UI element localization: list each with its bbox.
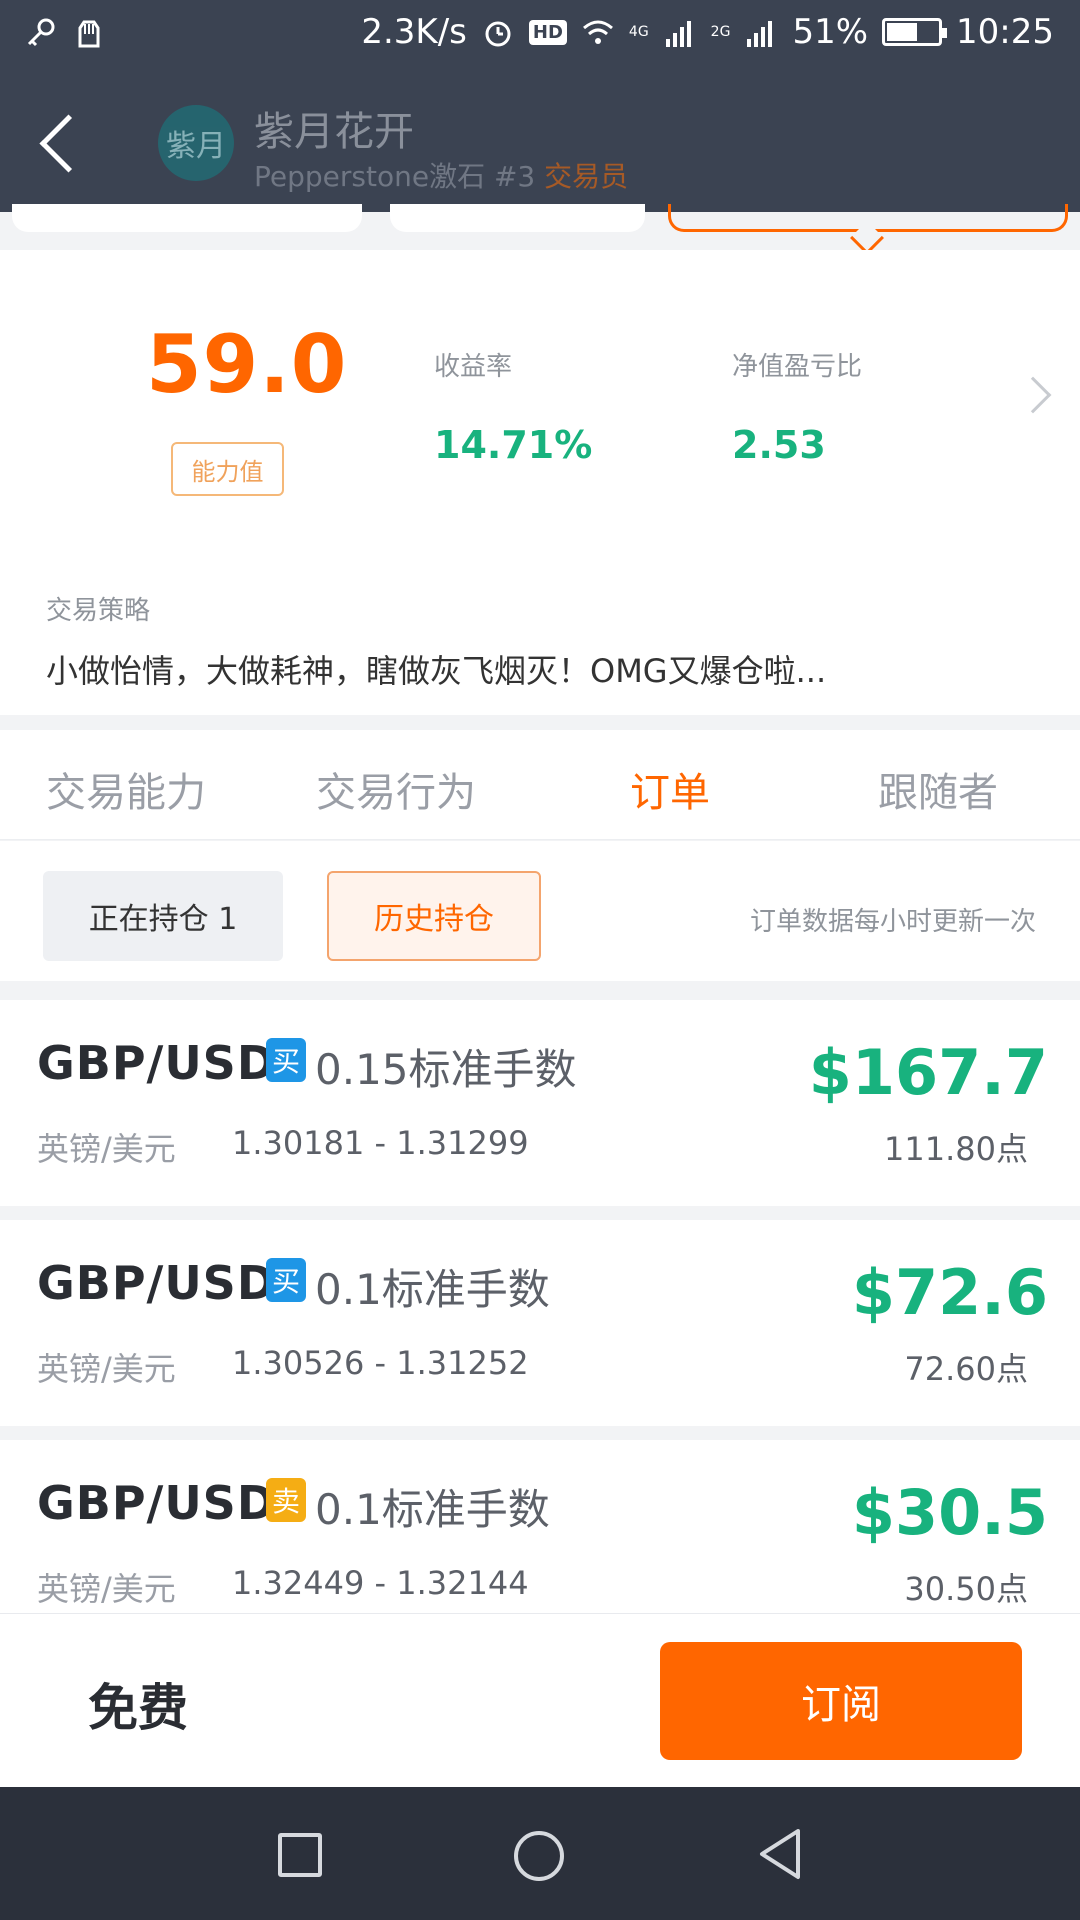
list-item[interactable]: GBP/USD 买 0.15标准手数 英镑/美元 1.30181 - 1.312… [0, 1000, 1080, 1206]
hd-badge: HD [528, 19, 567, 45]
return-label: 收益率 [434, 352, 513, 382]
lot-size: 0.15标准手数 [315, 1045, 577, 1094]
update-note: 订单数据每小时更新一次 [749, 907, 1036, 937]
battery-icon [882, 18, 948, 46]
profit-amount: $167.7 [808, 1036, 1048, 1109]
wifi-icon [581, 15, 615, 49]
broker-rank: Pepperstone激石 #3 [254, 160, 536, 193]
hand-icon [72, 16, 106, 50]
pair-chinese-name: 英镑/美元 [37, 1130, 176, 1168]
buy-badge: 买 [266, 1258, 306, 1302]
subscribe-button[interactable]: 订阅 [660, 1642, 1022, 1760]
ratio-stat: 净值盈亏比 2.53 [732, 346, 862, 467]
open-positions-button[interactable]: 正在持仓 1 [43, 871, 283, 961]
signal-icon-1 [663, 15, 697, 49]
battery-percent: 51% [792, 12, 869, 52]
signal-icon-2 [744, 15, 778, 49]
order-filters: 正在持仓 1 历史持仓 订单数据每小时更新一次 [0, 841, 1080, 981]
detail-tabs: 交易能力 交易行为 订单 跟随者 [0, 730, 1080, 840]
profit-points: 30.50点 [904, 1570, 1028, 1608]
app-header: 紫月 紫月花开 Pepperstone激石 #3 交易员 [0, 75, 1080, 212]
home-icon[interactable] [514, 1831, 564, 1881]
currency-pair: GBP/USD [37, 1036, 276, 1090]
back-nav-icon[interactable] [756, 1827, 804, 1881]
return-value: 14.71% [434, 423, 593, 467]
lot-size: 0.1标准手数 [315, 1485, 550, 1534]
network-type-1: 4G [628, 24, 649, 40]
strip-tab-1[interactable] [12, 204, 362, 232]
tab-trading-behavior[interactable]: 交易行为 [316, 760, 476, 818]
ratio-label: 净值盈亏比 [732, 352, 863, 382]
ability-score: 59.0 [146, 318, 348, 411]
avatar[interactable]: 紫月 [158, 105, 234, 181]
profit-amount: $72.6 [851, 1256, 1048, 1329]
clock: 10:25 [956, 12, 1054, 52]
currency-pair: GBP/USD [37, 1256, 276, 1310]
profit-points: 72.60点 [904, 1350, 1028, 1388]
strategy-text: 小做怡情，大做耗神，瞎做灰飞烟灭！OMG又爆仓啦... [46, 652, 827, 690]
system-nav-bar [0, 1787, 1080, 1920]
back-arrow-icon[interactable] [36, 113, 86, 173]
list-item[interactable]: GBP/USD 买 0.1标准手数 英镑/美元 1.30526 - 1.3125… [0, 1220, 1080, 1426]
tab-trading-ability[interactable]: 交易能力 [46, 760, 206, 818]
history-positions-button[interactable]: 历史持仓 [327, 871, 541, 961]
key-icon [24, 16, 58, 50]
trader-name: 紫月花开 [254, 109, 414, 155]
price-range: 1.30181 - 1.31299 [232, 1124, 529, 1162]
recent-apps-icon[interactable] [278, 1833, 322, 1877]
top-bar: 2.3K/s HD 4G 2G 51% 10:25 紫月 紫月花开 Pepper… [0, 0, 1080, 212]
tab-orders[interactable]: 订单 [630, 760, 710, 818]
chevron-right-icon[interactable] [1014, 376, 1052, 414]
price-range: 1.30526 - 1.31252 [232, 1344, 529, 1382]
alarm-icon [481, 15, 515, 49]
subscribe-bar: 免费 订阅 [0, 1613, 1080, 1787]
network-type-2: 2G [710, 24, 731, 40]
pair-chinese-name: 英镑/美元 [37, 1350, 176, 1388]
ratio-value: 2.53 [732, 423, 826, 467]
stats-card[interactable]: 59.0 能力值 收益率 14.71% 净值盈亏比 2.53 交易策略 小做怡情… [0, 250, 1080, 715]
role-tag: 交易员 [544, 160, 629, 193]
currency-pair: GBP/USD [37, 1476, 276, 1530]
tab-followers[interactable]: 跟随者 [878, 760, 998, 818]
status-bar: 2.3K/s HD 4G 2G 51% 10:25 [0, 0, 1080, 75]
sell-badge: 卖 [266, 1478, 306, 1522]
profit-points: 111.80点 [884, 1130, 1028, 1168]
pair-chinese-name: 英镑/美元 [37, 1570, 176, 1608]
strategy-label: 交易策略 [46, 596, 151, 626]
buy-badge: 买 [266, 1038, 306, 1082]
strip-tab-2[interactable] [390, 204, 645, 232]
trader-subtitle: Pepperstone激石 #3 交易员 [254, 155, 628, 195]
profit-amount: $30.5 [851, 1476, 1048, 1549]
price-range: 1.32449 - 1.32144 [232, 1564, 529, 1602]
price-label: 免费 [88, 1679, 188, 1737]
return-stat: 收益率 14.71% [434, 346, 592, 467]
ability-label: 能力值 [171, 442, 284, 496]
section-strip [0, 204, 1080, 255]
lot-size: 0.1标准手数 [315, 1265, 550, 1314]
network-speed: 2.3K/s [361, 12, 467, 52]
